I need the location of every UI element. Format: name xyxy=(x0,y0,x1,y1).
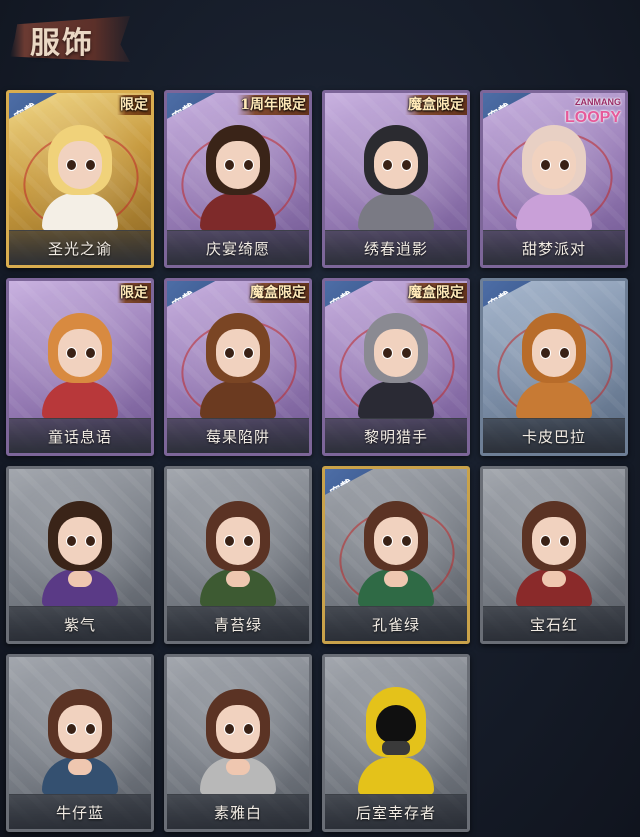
costume-grid: 圣光之谕限定穿戴庆宴绮愿1周年限定穿戴绣春逍影魔盒限定甜梦派对ZANMANGLO… xyxy=(0,0,640,837)
costume-name: 卡皮巴拉 xyxy=(521,428,586,446)
costume-name: 宝石红 xyxy=(529,616,578,634)
costume-card[interactable]: 素雅白 xyxy=(164,654,312,832)
costume-name-bar: 宝石红 xyxy=(483,606,625,641)
costume-name-bar: 青苔绿 xyxy=(167,606,309,641)
costume-card[interactable]: 牛仔蓝 xyxy=(6,654,154,832)
limited-badge: 1周年限定 xyxy=(237,95,309,115)
character-portrait xyxy=(344,119,448,231)
costume-card[interactable]: 孔雀绿穿戴 xyxy=(322,466,470,644)
character-portrait xyxy=(502,119,606,231)
costume-name-bar: 童话息语 xyxy=(9,418,151,453)
costume-name-bar: 卡皮巴拉 xyxy=(483,418,625,453)
costume-card[interactable]: 童话息语 限定 xyxy=(6,278,154,456)
character-portrait xyxy=(344,307,448,419)
costume-name-bar: 牛仔蓝 xyxy=(9,794,151,829)
costume-card[interactable]: 青苔绿 xyxy=(164,466,312,644)
costume-card[interactable]: 黎明猎手魔盒限定穿戴 xyxy=(322,278,470,456)
costume-card[interactable]: 紫气 xyxy=(6,466,154,644)
costume-card[interactable]: 甜梦派对ZANMANGLOOPY穿戴 xyxy=(480,90,628,268)
costume-name-bar: 甜梦派对 xyxy=(483,230,625,265)
costume-name: 绣春逍影 xyxy=(363,240,428,258)
costume-card[interactable]: 莓果陷阱魔盒限定穿戴 xyxy=(164,278,312,456)
costume-name: 莓果陷阱 xyxy=(205,428,270,446)
costume-name-bar: 后室幸存者 xyxy=(325,794,467,829)
character-portrait xyxy=(186,495,290,607)
costume-name-bar: 紫气 xyxy=(9,606,151,641)
costume-name: 素雅白 xyxy=(213,804,262,822)
character-portrait xyxy=(344,495,448,607)
character-portrait xyxy=(186,683,290,795)
costume-card[interactable]: 后室幸存者 xyxy=(322,654,470,832)
character-portrait xyxy=(344,683,448,795)
costume-name-bar: 庆宴绮愿 xyxy=(167,230,309,265)
character-portrait xyxy=(186,119,290,231)
costume-page: { "header": { "title": "服饰" }, "labels":… xyxy=(0,0,640,837)
costume-card[interactable]: 卡皮巴拉穿戴 xyxy=(480,278,628,456)
limited-badge: 限定 xyxy=(117,283,151,303)
costume-name-bar: 黎明猎手 xyxy=(325,418,467,453)
costume-name: 紫气 xyxy=(63,616,96,634)
character-portrait xyxy=(28,495,132,607)
costume-name: 后室幸存者 xyxy=(355,804,436,822)
character-portrait xyxy=(502,307,606,419)
costume-name: 青苔绿 xyxy=(213,616,262,634)
brand-logo-main: LOOPY xyxy=(564,109,621,126)
costume-name: 圣光之谕 xyxy=(47,240,112,258)
brand-logo-top: ZANMANG xyxy=(575,97,621,107)
brand-logo: ZANMANG LOOPY xyxy=(564,95,621,126)
limited-badge: 限定 xyxy=(117,95,151,115)
costume-name-bar: 绣春逍影 xyxy=(325,230,467,265)
costume-name: 甜梦派对 xyxy=(521,240,586,258)
character-portrait xyxy=(28,119,132,231)
costume-name: 童话息语 xyxy=(47,428,112,446)
limited-badge: 魔盒限定 xyxy=(405,95,467,115)
costume-name: 牛仔蓝 xyxy=(55,804,104,822)
costume-name: 黎明猎手 xyxy=(363,428,428,446)
costume-card[interactable]: 宝石红 xyxy=(480,466,628,644)
limited-badge: 魔盒限定 xyxy=(247,283,309,303)
character-portrait xyxy=(28,307,132,419)
costume-name-bar: 圣光之谕 xyxy=(9,230,151,265)
costume-name: 孔雀绿 xyxy=(371,616,420,634)
limited-badge: 魔盒限定 xyxy=(405,283,467,303)
costume-card[interactable]: 绣春逍影 魔盒限定 xyxy=(322,90,470,268)
character-portrait xyxy=(28,683,132,795)
character-portrait xyxy=(186,307,290,419)
costume-name-bar: 素雅白 xyxy=(167,794,309,829)
costume-card[interactable]: 圣光之谕限定穿戴 xyxy=(6,90,154,268)
costume-name: 庆宴绮愿 xyxy=(205,240,270,258)
costume-name-bar: 莓果陷阱 xyxy=(167,418,309,453)
costume-name-bar: 孔雀绿 xyxy=(325,606,467,641)
costume-card[interactable]: 庆宴绮愿1周年限定穿戴 xyxy=(164,90,312,268)
character-portrait xyxy=(502,495,606,607)
